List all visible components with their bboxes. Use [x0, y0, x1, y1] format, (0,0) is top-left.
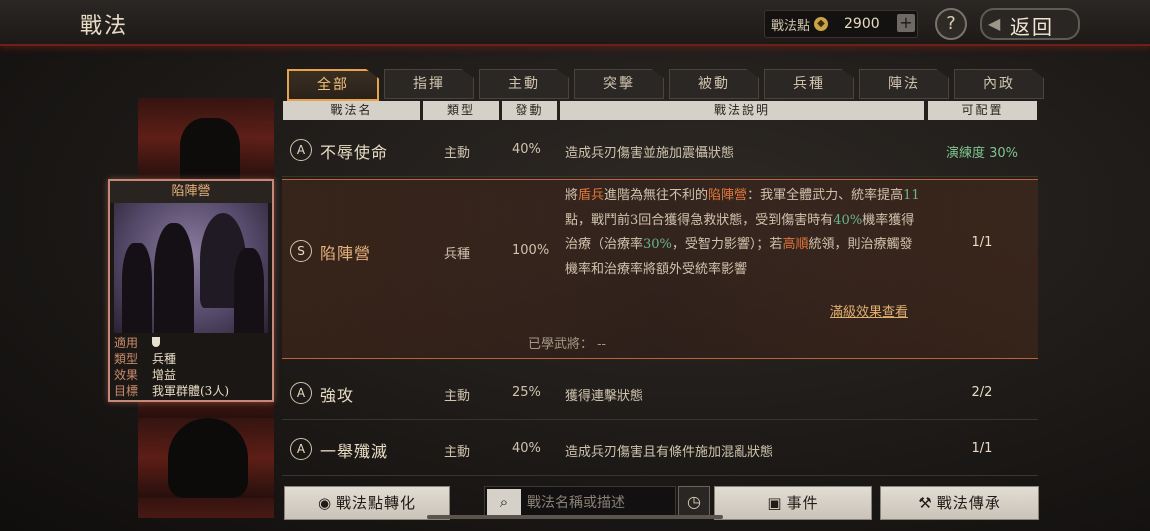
- tactic-name: 不辱使命: [320, 143, 389, 162]
- tab-assault[interactable]: 突擊: [574, 69, 664, 99]
- card-illustration: [114, 203, 268, 333]
- tactic-trigger-rate: 100%: [512, 243, 550, 258]
- tactic-type: 主動: [444, 389, 471, 404]
- convert-icon: ◉: [317, 494, 333, 512]
- column-header-trigger[interactable]: 發動: [502, 101, 557, 120]
- tactic-name: 一舉殲滅: [320, 442, 389, 461]
- stat-row: 適用: [114, 335, 268, 351]
- page-title: 戰法: [80, 14, 129, 39]
- tab-active[interactable]: 主動: [479, 69, 569, 99]
- column-header-config[interactable]: 可配置: [928, 101, 1037, 120]
- tactic-trigger-rate: 40%: [512, 441, 541, 456]
- card-stats: 適用 類型 兵種 效果 增益 目標 我軍群體(3人): [114, 335, 268, 399]
- warrior-silhouette: [168, 418, 248, 498]
- tactic-name: 強攻: [320, 386, 355, 405]
- grade-badge: A: [290, 438, 312, 460]
- tactic-trigger-rate: 25%: [512, 385, 541, 400]
- tab-command[interactable]: 指揮: [384, 69, 474, 99]
- tab-formation[interactable]: 陣法: [859, 69, 949, 99]
- back-label: 返回: [1010, 15, 1054, 39]
- column-header-desc: 戰法說明: [560, 101, 924, 120]
- max-level-effect-link[interactable]: 滿級效果查看: [830, 301, 908, 320]
- tactic-type: 主動: [444, 445, 471, 460]
- tab-passive[interactable]: 被動: [669, 69, 759, 99]
- tactic-desc: 獲得連擊狀態: [565, 389, 644, 404]
- tactic-card[interactable]: 陷陣營 適用 類型 兵種 效果 增益 目標 我軍群體(3人): [108, 179, 274, 402]
- column-header-name[interactable]: 戰法名: [283, 101, 420, 120]
- top-bar: 戰法 戰法點 ◆ 2900 + ? ◀ 返回: [0, 0, 1150, 46]
- tactic-type: 兵種: [444, 247, 471, 262]
- points-value: 2900: [844, 16, 880, 32]
- tactic-points-display: 戰法點 ◆ 2900 +: [764, 10, 918, 38]
- learned-generals: 已學武將： --: [528, 337, 606, 352]
- tactic-desc-long: 將盾兵進階為無往不利的陷陣營：我軍全體武力、統率提高11點，戰鬥前3回合獲得急救…: [565, 188, 920, 277]
- category-tabs: 全部 指揮 主動 突擊 被動 兵種 陣法 內政: [287, 69, 1049, 101]
- card-title: 陷陣營: [110, 181, 272, 203]
- inherit-tactic-button[interactable]: ⚒ 戰法傳承: [880, 486, 1039, 520]
- tactic-row[interactable]: A 不辱使命 主動 40% 造成兵刃傷害並施加震懾狀態 演練度 30%: [282, 122, 1038, 177]
- tactic-row[interactable]: A 強攻 主動 25% 獲得連擊狀態 2/2: [282, 365, 1038, 420]
- warrior-silhouette: [180, 118, 240, 188]
- search-box: ⌕: [484, 486, 676, 518]
- search-icon[interactable]: ⌕: [487, 489, 521, 515]
- back-button[interactable]: ◀ 返回: [980, 8, 1080, 40]
- tactic-row-expanded[interactable]: S 陷陣營 兵種 100% 將盾兵進階為無往不利的陷陣營：我軍全體武力、統率提高…: [282, 179, 1038, 359]
- clock-icon[interactable]: ◷: [678, 486, 710, 518]
- tactic-name: 陷陣營: [320, 244, 372, 263]
- tactic-config: 演練度 30%: [945, 146, 1019, 161]
- tab-all[interactable]: 全部: [287, 69, 379, 101]
- tactic-trigger-rate: 40%: [512, 142, 541, 157]
- tactic-type: 主動: [444, 146, 471, 161]
- back-arrow-icon: ◀: [988, 14, 1001, 33]
- stat-row: 目標 我軍群體(3人): [114, 384, 229, 398]
- scrollbar[interactable]: [427, 515, 723, 519]
- stat-row: 類型 兵種: [114, 352, 177, 366]
- tactic-config: 1/1: [971, 235, 993, 250]
- tactic-desc: 造成兵刃傷害並施加震懾狀態: [565, 146, 735, 161]
- tactic-row[interactable]: A 一舉殲滅 主動 40% 造成兵刃傷害且有條件施加混亂狀態 1/1: [282, 421, 1038, 476]
- tactic-config: 1/1: [971, 441, 993, 456]
- plus-icon[interactable]: +: [897, 14, 915, 32]
- shield-icon: [152, 337, 160, 347]
- grade-badge: S: [290, 240, 312, 262]
- search-input[interactable]: [525, 491, 674, 515]
- event-button[interactable]: ▣ 事件: [714, 486, 872, 520]
- grade-badge: A: [290, 139, 312, 161]
- stat-row: 效果 增益: [114, 368, 177, 382]
- tab-internal[interactable]: 內政: [954, 69, 1044, 99]
- help-icon[interactable]: ?: [935, 8, 967, 40]
- points-label: 戰法點: [771, 18, 811, 34]
- tactic-config: 2/2: [971, 385, 993, 400]
- convert-points-button[interactable]: ◉ 戰法點轉化: [284, 486, 450, 520]
- tactic-desc: 造成兵刃傷害且有條件施加混亂狀態: [565, 445, 774, 460]
- grade-badge: A: [290, 382, 312, 404]
- column-header-type[interactable]: 類型: [423, 101, 499, 120]
- event-icon: ▣: [767, 494, 783, 512]
- hammer-icon: ⚒: [918, 494, 933, 512]
- tab-troop[interactable]: 兵種: [764, 69, 854, 99]
- coin-icon: ◆: [814, 17, 829, 31]
